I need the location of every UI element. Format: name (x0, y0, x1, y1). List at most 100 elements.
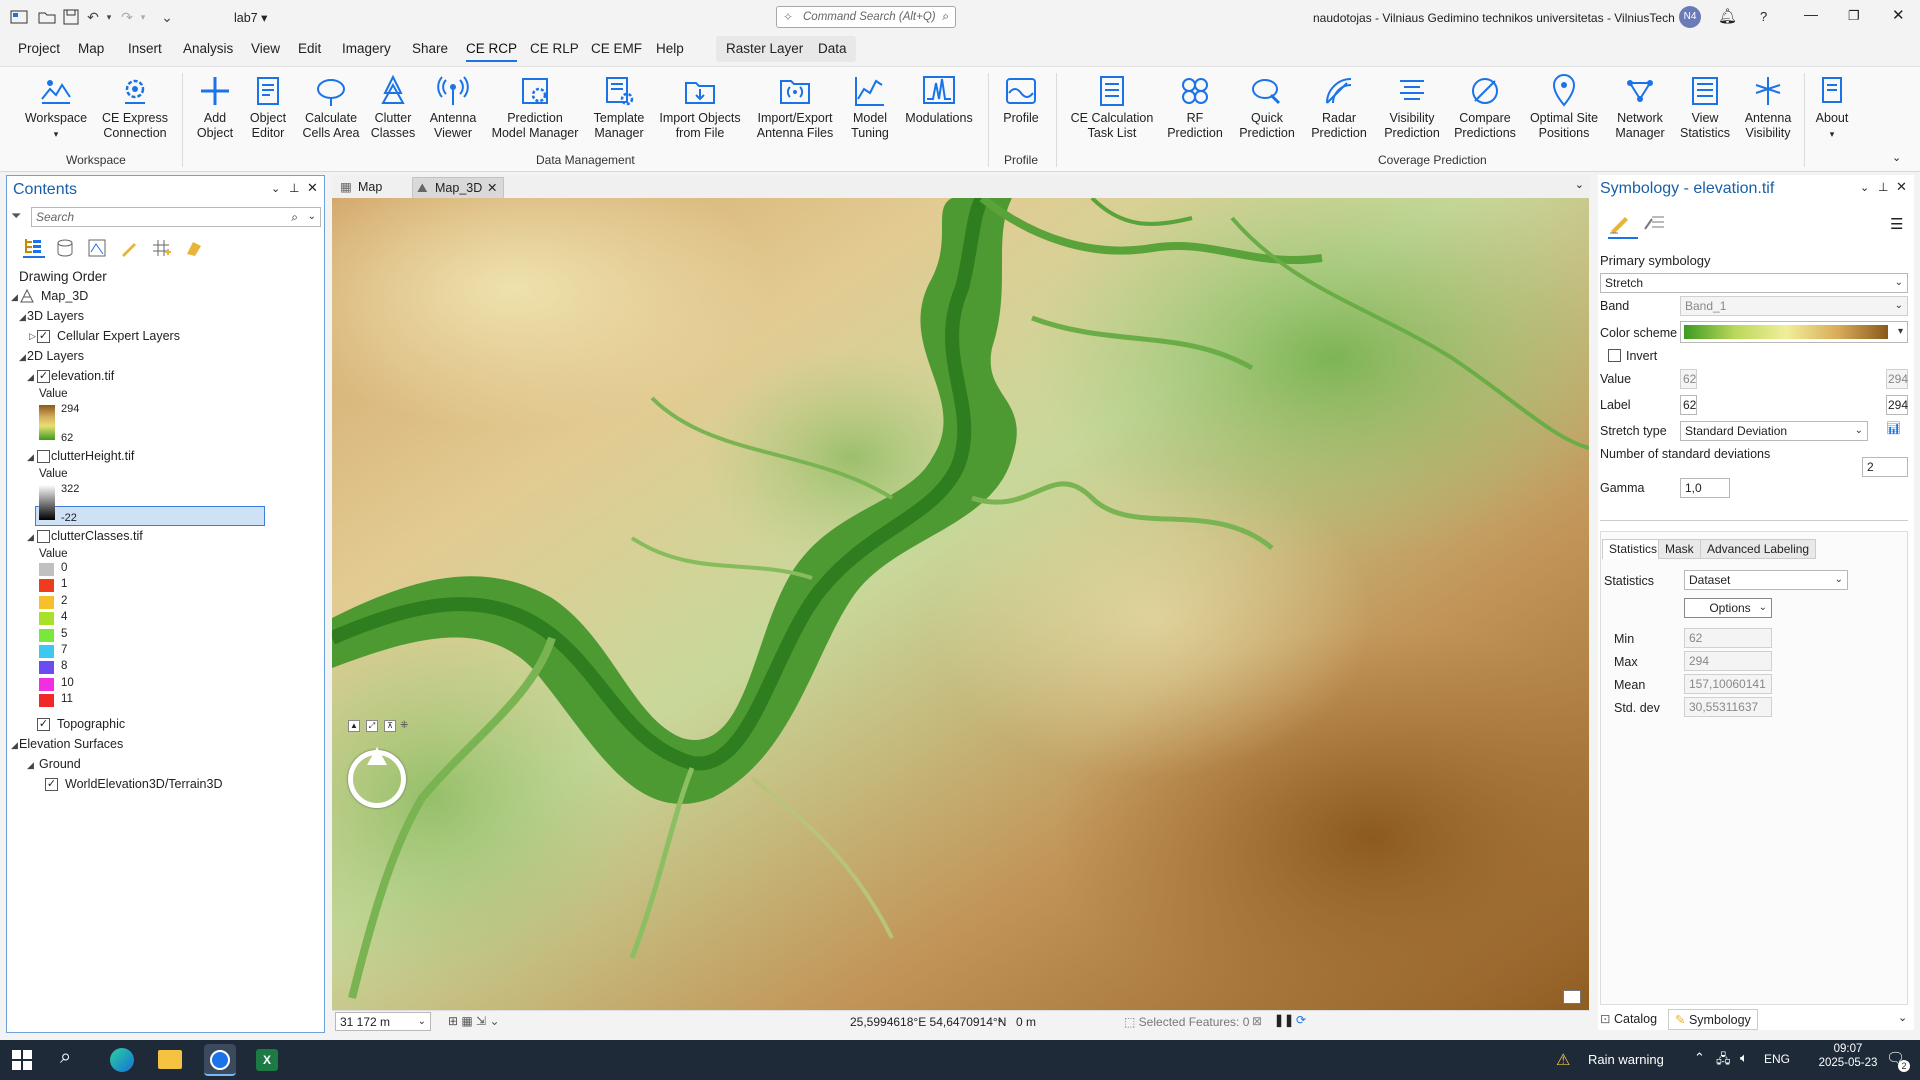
undo-dropdown-icon[interactable]: ▾ (100, 8, 118, 26)
help-button[interactable]: ? (1760, 9, 1767, 24)
customize-toolbar-icon[interactable]: ⌄ (158, 8, 176, 26)
class-swatch[interactable] (39, 579, 54, 593)
statistics-select[interactable]: Dataset ⌄ (1684, 570, 1848, 590)
list-by-drawing-order-icon[interactable] (23, 236, 45, 258)
redo-dropdown-icon[interactable]: ▾ (134, 8, 152, 26)
list-by-source-icon[interactable] (55, 238, 75, 261)
histogram-icon[interactable]: 📊︎ (1886, 421, 1901, 435)
cellular-layers-checkbox[interactable]: ✓ (37, 330, 50, 343)
collapse-triangle-icon[interactable]: ◢ (11, 292, 18, 303)
object-editor-button[interactable]: Object Editor (243, 73, 293, 141)
menu-ce-emf[interactable]: CE EMF (591, 41, 642, 56)
menu-view[interactable]: View (251, 41, 280, 56)
menu-edit[interactable]: Edit (298, 41, 321, 56)
clutter-classes-checkbox[interactable] (37, 530, 50, 543)
tabs-overflow-icon[interactable]: ⌄ (1575, 178, 1584, 191)
close-window-icon[interactable]: ✕ (1892, 6, 1905, 24)
bottom-tabs-menu-icon[interactable]: ⌄ (1898, 1011, 1907, 1024)
tab-data[interactable]: Data (818, 41, 847, 56)
user-avatar[interactable]: N4 (1679, 6, 1701, 28)
map-notes-icon[interactable] (1563, 990, 1581, 1004)
collapse-triangle-icon[interactable]: ◢ (11, 740, 18, 751)
collapse-triangle-icon[interactable]: ◢ (27, 452, 34, 463)
more-nav-icon[interactable]: ⁜ (400, 720, 408, 731)
scale-selector[interactable]: 31 172 m ⌄ (335, 1012, 431, 1031)
splitter[interactable] (1600, 520, 1908, 521)
compare-predictions-button[interactable]: Compare Predictions (1452, 73, 1518, 141)
collapse-triangle-icon[interactable]: ◢ (27, 760, 34, 771)
add-object-button[interactable]: Add Object (190, 73, 240, 141)
optimal-site-positions-button[interactable]: Optimal Site Positions (1526, 73, 1602, 141)
restore-icon[interactable]: ❐ (1848, 8, 1860, 24)
workspace-button[interactable]: Workspace ▾ (24, 73, 88, 142)
3d-layers-node[interactable]: 3D Layers (27, 309, 84, 323)
clutter-classes-button[interactable]: Clutter Classes (367, 73, 419, 141)
class-swatch[interactable] (39, 661, 54, 675)
windows-start-icon[interactable] (12, 1050, 32, 1073)
expand-triangle-icon[interactable]: ▷ (29, 331, 36, 342)
list-by-labeling-icon[interactable] (183, 238, 203, 261)
stretch-type-select[interactable]: Standard Deviation ⌄ (1680, 421, 1868, 441)
minimize-icon[interactable]: — (1804, 6, 1818, 22)
num-std-field[interactable]: 2 (1862, 457, 1908, 477)
template-manager-button[interactable]: Template Manager (588, 73, 650, 141)
band-select[interactable]: Band_1 ⌄ (1680, 296, 1908, 316)
import-export-antenna-button[interactable]: Import/Export Antenna Files (752, 73, 838, 141)
clear-selection-icon[interactable]: ⊠ (1252, 1014, 1262, 1028)
close-pane-icon[interactable]: ✕ (1896, 179, 1907, 195)
navigator-compass[interactable] (348, 747, 406, 808)
save-icon[interactable] (62, 8, 80, 26)
collapse-triangle-icon[interactable]: ◢ (19, 352, 26, 363)
pause-drawing-icon[interactable]: ❚❚ (1274, 1013, 1294, 1027)
topographic-layer[interactable]: Topographic (57, 717, 125, 731)
menu-share[interactable]: Share (412, 41, 448, 56)
gamma-field[interactable]: 1,0 (1680, 478, 1730, 498)
close-tab-icon[interactable]: ✕ (487, 178, 497, 199)
2d-layers-node[interactable]: 2D Layers (27, 349, 84, 363)
edge-browser-icon[interactable] (110, 1048, 134, 1072)
search-icon[interactable]: ⌕ (60, 1046, 71, 1069)
view-statistics-button[interactable]: View Statistics (1678, 73, 1732, 141)
list-by-selection-icon[interactable] (87, 238, 107, 261)
network-manager-button[interactable]: Network Manager (1610, 73, 1670, 141)
excel-icon[interactable]: X (256, 1049, 278, 1071)
about-button[interactable]: About ▾ (1810, 73, 1854, 142)
tab-symbology[interactable]: ✎ Symbology (1668, 1009, 1758, 1030)
pin-icon[interactable]: ⊥ (1878, 180, 1888, 194)
class-swatch[interactable] (39, 645, 54, 658)
collapse-triangle-icon[interactable]: ◢ (27, 532, 34, 543)
renderer-select[interactable]: Stretch ⌄ (1600, 273, 1908, 293)
ground-node[interactable]: Ground (39, 757, 81, 771)
coords-format-dropdown-icon[interactable]: ⌄ (996, 1014, 1004, 1025)
collapse-ribbon-icon[interactable]: ⌄ (1892, 151, 1901, 164)
arcgis-pro-taskbar-button[interactable] (204, 1044, 236, 1076)
pane-menu-icon[interactable]: ⌄ (271, 182, 280, 195)
radar-prediction-button[interactable]: Radar Prediction (1310, 73, 1368, 141)
file-explorer-icon[interactable] (158, 1050, 182, 1069)
class-swatch[interactable] (39, 595, 54, 609)
menu-insert[interactable]: Insert (128, 41, 162, 56)
menu-analysis[interactable]: Analysis (183, 41, 233, 56)
tray-overflow-icon[interactable]: ⌃ (1694, 1050, 1705, 1066)
project-name[interactable]: lab7 ▾ (234, 10, 267, 25)
import-objects-button[interactable]: Import Objects from File (656, 73, 744, 141)
antenna-viewer-button[interactable]: Antenna Viewer (424, 73, 482, 141)
map-3d-node[interactable]: Map_3D (41, 289, 88, 303)
world-elevation-layer[interactable]: WorldElevation3D/Terrain3D (65, 777, 222, 791)
list-by-editing-icon[interactable] (119, 238, 139, 261)
cellular-layers-node[interactable]: Cellular Expert Layers (57, 329, 180, 343)
topographic-checkbox[interactable]: ✓ (37, 718, 50, 731)
label-max-field[interactable]: 294 (1886, 395, 1908, 415)
menu-imagery[interactable]: Imagery (342, 41, 391, 56)
collapse-triangle-icon[interactable]: ◢ (27, 372, 34, 383)
antenna-visibility-button[interactable]: Antenna Visibility (1740, 73, 1796, 141)
open-folder-icon[interactable] (38, 8, 56, 26)
prediction-model-manager-button[interactable]: Prediction Model Manager (490, 73, 580, 141)
tab-map[interactable]: ▦ Map (336, 177, 404, 198)
profile-button[interactable]: Profile (996, 73, 1046, 126)
secondary-symbology-tab[interactable] (1642, 211, 1666, 238)
collapse-triangle-icon[interactable]: ◢ (19, 312, 26, 323)
menu-project[interactable]: Project (18, 41, 60, 56)
command-search-input[interactable]: ✧ Command Search (Alt+Q) ⌕ (776, 6, 956, 28)
tab-mask[interactable]: Mask (1658, 539, 1701, 559)
